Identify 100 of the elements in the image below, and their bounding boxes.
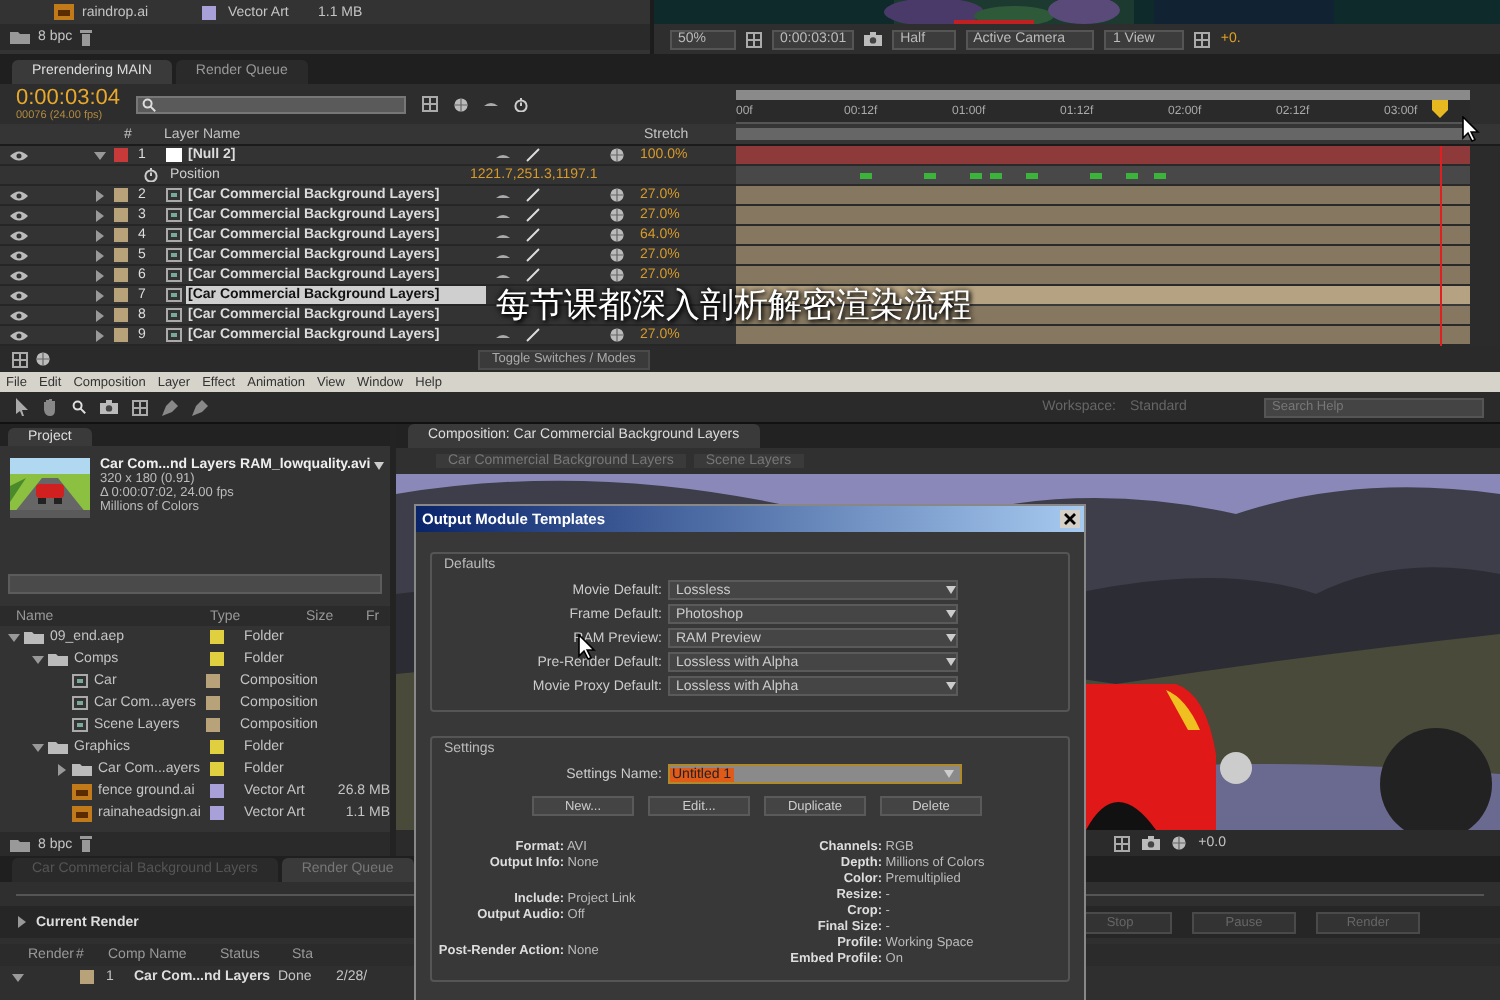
- caret-icon[interactable]: [374, 461, 385, 469]
- label-color-swatch[interactable]: [114, 228, 128, 242]
- grid-icon[interactable]: [1194, 31, 1211, 47]
- eye-icon[interactable]: [10, 269, 28, 281]
- camera-icon[interactable]: [864, 32, 883, 46]
- expand-triangle-icon[interactable]: [94, 189, 106, 201]
- sphere-icon[interactable]: [610, 148, 624, 162]
- caret-icon: [946, 586, 956, 594]
- grid-icon[interactable]: [746, 31, 763, 47]
- arrow-icon[interactable]: [16, 398, 28, 416]
- expand-triangle-icon[interactable]: [94, 149, 106, 161]
- expand-triangle-icon[interactable]: [32, 741, 44, 753]
- label-color-swatch[interactable]: [210, 630, 224, 644]
- label-color-swatch[interactable]: [114, 268, 128, 282]
- quality-switch-icon[interactable]: [526, 148, 540, 162]
- caret-icon: [946, 658, 956, 666]
- eye-icon[interactable]: [10, 329, 28, 341]
- expand-triangle-icon[interactable]: [94, 209, 106, 221]
- search-icon[interactable]: [72, 400, 86, 414]
- caret-icon: [946, 682, 956, 690]
- eye-icon[interactable]: [10, 149, 28, 161]
- expand-triangle-icon[interactable]: [94, 249, 106, 261]
- composition-icon: [166, 328, 182, 342]
- label-color-swatch[interactable]: [210, 762, 224, 776]
- expand-triangle-icon[interactable]: [94, 269, 106, 281]
- composition-icon: [166, 268, 182, 282]
- time-marker-icon[interactable]: [1432, 100, 1448, 118]
- sphere-icon[interactable]: [454, 97, 468, 111]
- sphere-icon[interactable]: [610, 188, 624, 202]
- expand-triangle-icon[interactable]: [94, 309, 106, 321]
- expand-triangle-icon[interactable]: [56, 763, 68, 775]
- cursor-icon: [1462, 116, 1480, 142]
- search-icon: [142, 97, 156, 111]
- grid-icon[interactable]: [12, 351, 28, 367]
- label-color-swatch[interactable]: [114, 148, 128, 162]
- folder-icon[interactable]: [10, 30, 30, 44]
- quality-switch-icon[interactable]: [526, 328, 540, 342]
- composition-icon: [166, 288, 182, 302]
- shy-switch-icon[interactable]: [496, 151, 510, 159]
- caret-icon: [944, 770, 954, 778]
- expand-triangle-icon[interactable]: [32, 653, 44, 665]
- composition-icon: [72, 718, 88, 732]
- caret-icon: [946, 634, 956, 642]
- label-color-swatch[interactable]: [114, 288, 128, 302]
- label-color-swatch[interactable]: [206, 718, 220, 732]
- grid-icon[interactable]: [1114, 835, 1131, 851]
- label-color-swatch[interactable]: [210, 740, 224, 754]
- label-color-swatch[interactable]: [114, 208, 128, 222]
- current-timecode[interactable]: 0:00:03:04: [16, 87, 120, 109]
- expand-triangle-icon[interactable]: [8, 631, 20, 643]
- expand-triangle-icon[interactable]: [12, 971, 24, 983]
- label-color-swatch[interactable]: [206, 674, 220, 688]
- null-layer-icon: [166, 148, 182, 162]
- label-color-swatch[interactable]: [114, 308, 128, 322]
- expand-triangle-icon[interactable]: [94, 289, 106, 301]
- trash-icon[interactable]: [80, 836, 93, 852]
- expand-triangle-icon[interactable]: [94, 229, 106, 241]
- trash-icon[interactable]: [80, 29, 93, 45]
- close-icon[interactable]: [1060, 510, 1080, 528]
- camera-icon[interactable]: [100, 400, 118, 414]
- grid-icon[interactable]: [422, 96, 438, 112]
- hand-icon[interactable]: [42, 398, 58, 416]
- folder-icon[interactable]: [10, 837, 30, 851]
- label-color-swatch[interactable]: [206, 696, 220, 710]
- label-color-swatch[interactable]: [210, 806, 224, 820]
- eye-icon[interactable]: [10, 209, 28, 221]
- caret-icon: [946, 610, 956, 618]
- label-color-swatch[interactable]: [114, 328, 128, 342]
- label-color-swatch[interactable]: [210, 784, 224, 798]
- illustrator-file-icon: [54, 4, 74, 20]
- composition-icon: [166, 188, 182, 202]
- search-field[interactable]: [136, 95, 406, 113]
- stopwatch-icon[interactable]: [514, 97, 528, 111]
- composition-icon: [166, 208, 182, 222]
- sphere-icon[interactable]: [610, 228, 624, 242]
- sphere-icon[interactable]: [36, 352, 50, 366]
- sphere-icon[interactable]: [610, 208, 624, 222]
- sphere-icon[interactable]: [610, 248, 624, 262]
- label-color-swatch[interactable]: [114, 188, 128, 202]
- composition-icon: [72, 674, 88, 688]
- shy-switch-icon[interactable]: [496, 331, 510, 339]
- shy-icon[interactable]: [484, 100, 498, 108]
- label-color-swatch[interactable]: [210, 652, 224, 666]
- composition-icon: [166, 228, 182, 242]
- expand-triangle-icon[interactable]: [94, 329, 106, 341]
- eye-icon[interactable]: [10, 289, 28, 301]
- stopwatch-icon[interactable]: [144, 168, 158, 182]
- expand-triangle-icon[interactable]: [16, 916, 28, 928]
- camera-icon[interactable]: [1142, 836, 1161, 850]
- search-field[interactable]: [8, 574, 382, 594]
- eye-icon[interactable]: [10, 229, 28, 241]
- eye-icon[interactable]: [10, 309, 28, 321]
- grid-icon[interactable]: [132, 399, 148, 415]
- eye-icon[interactable]: [10, 189, 28, 201]
- sphere-icon[interactable]: [610, 328, 624, 342]
- composition-icon: [166, 308, 182, 322]
- eye-icon[interactable]: [10, 249, 28, 261]
- sphere-icon[interactable]: [1172, 836, 1187, 850]
- sphere-icon[interactable]: [610, 268, 624, 282]
- label-color-swatch[interactable]: [114, 248, 128, 262]
